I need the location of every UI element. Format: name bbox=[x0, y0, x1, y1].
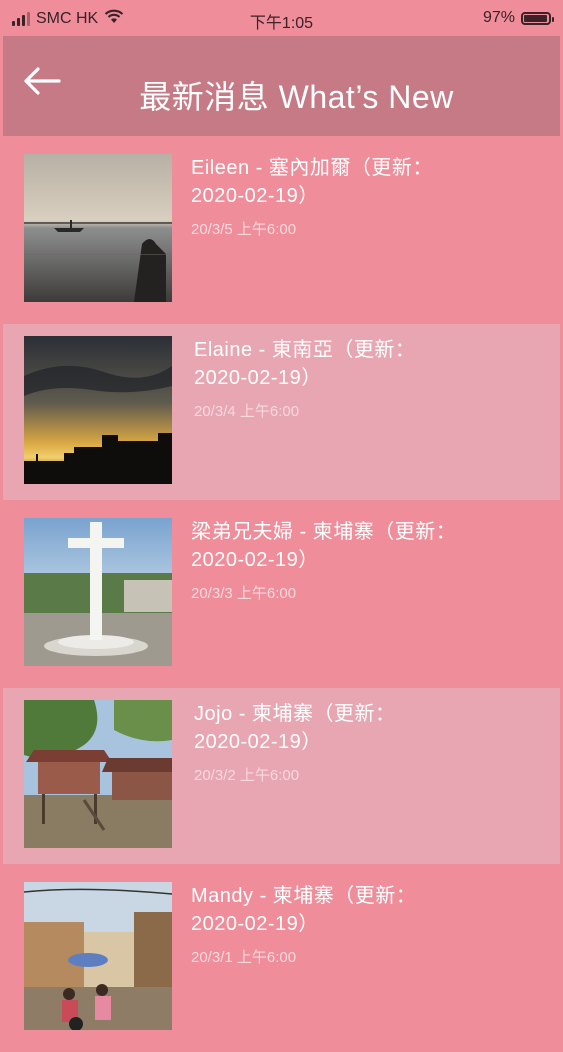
news-title-line: 梁弟兄夫婦 - 柬埔寨（更新： bbox=[191, 521, 457, 543]
news-thumbnail bbox=[24, 154, 172, 302]
news-title-line: Elaine - 東南亞（更新： bbox=[194, 339, 416, 361]
news-text: 梁弟兄夫婦 - 柬埔寨（更新： 2020-02-19） 20/3/3 上午6:0… bbox=[191, 518, 543, 603]
news-list: Eileen - 塞內加爾（更新： 2020-02-19） 20/3/5 上午6… bbox=[0, 142, 563, 1052]
sunset-sea-photo-icon bbox=[24, 154, 172, 302]
news-text: Jojo - 柬埔寨（更新： 2020-02-19） 20/3/2 上午6:00 bbox=[194, 700, 540, 785]
news-title-line: Eileen - 塞內加爾（更新： bbox=[191, 157, 433, 179]
street-market-photo-icon bbox=[24, 882, 172, 1030]
news-thumbnail bbox=[24, 882, 172, 1030]
status-bar: SMC HK 下午1:05 97% bbox=[0, 0, 563, 36]
news-title: Jojo - 柬埔寨（更新： 2020-02-19） bbox=[194, 700, 540, 756]
news-date: 20/3/3 上午6:00 bbox=[191, 585, 297, 602]
news-title: Mandy - 柬埔寨（更新： 2020-02-19） bbox=[191, 882, 543, 938]
news-item[interactable]: 梁弟兄夫婦 - 柬埔寨（更新： 2020-02-19） 20/3/3 上午6:0… bbox=[0, 506, 563, 682]
news-thumbnail bbox=[24, 336, 172, 484]
clock: 下午1:05 bbox=[249, 15, 314, 32]
news-item[interactable]: Eileen - 塞內加爾（更新： 2020-02-19） 20/3/5 上午6… bbox=[0, 142, 563, 318]
news-title-line: 2020-02-19） bbox=[194, 367, 322, 389]
news-thumbnail bbox=[24, 518, 172, 666]
news-item[interactable]: Mandy - 柬埔寨（更新： 2020-02-19） 20/3/1 上午6:0… bbox=[0, 870, 563, 1046]
news-text: Eileen - 塞內加爾（更新： 2020-02-19） 20/3/5 上午6… bbox=[191, 154, 543, 239]
news-text: Mandy - 柬埔寨（更新： 2020-02-19） 20/3/1 上午6:0… bbox=[191, 882, 543, 967]
news-title-line: 2020-02-19） bbox=[191, 185, 319, 207]
news-title: Elaine - 東南亞（更新： 2020-02-19） bbox=[194, 336, 540, 392]
news-title-line: 2020-02-19） bbox=[194, 731, 322, 753]
news-title: Eileen - 塞內加爾（更新： 2020-02-19） bbox=[191, 154, 543, 210]
news-item[interactable]: Jojo - 柬埔寨（更新： 2020-02-19） 20/3/2 上午6:00 bbox=[3, 688, 560, 864]
news-item[interactable]: Elaine - 東南亞（更新： 2020-02-19） 20/3/4 上午6:… bbox=[3, 324, 560, 500]
stilt-house-photo-icon bbox=[24, 700, 172, 848]
news-date: 20/3/1 上午6:00 bbox=[191, 949, 297, 966]
cross-monument-photo-icon bbox=[24, 518, 172, 666]
news-title-line: Jojo - 柬埔寨（更新： bbox=[194, 703, 396, 725]
news-title-line: 2020-02-19） bbox=[191, 913, 319, 935]
page-title: 最新消息 What’s New bbox=[139, 79, 454, 115]
nav-header: 最新消息 What’s New bbox=[3, 36, 560, 136]
news-date: 20/3/2 上午6:00 bbox=[194, 767, 300, 784]
news-thumbnail bbox=[24, 700, 172, 848]
news-date: 20/3/4 上午6:00 bbox=[194, 403, 300, 420]
status-right: 97% bbox=[482, 9, 554, 27]
battery-fill bbox=[524, 14, 548, 22]
battery-percent: 97% bbox=[482, 9, 515, 26]
battery-icon bbox=[521, 11, 554, 25]
news-text: Elaine - 東南亞（更新： 2020-02-19） 20/3/4 上午6:… bbox=[194, 336, 540, 421]
news-date: 20/3/5 上午6:00 bbox=[191, 221, 297, 238]
news-title-line: 2020-02-19） bbox=[191, 549, 319, 571]
news-title: 梁弟兄夫婦 - 柬埔寨（更新： 2020-02-19） bbox=[191, 518, 543, 574]
sunset-sky-photo-icon bbox=[24, 336, 172, 484]
news-title-line: Mandy - 柬埔寨（更新： bbox=[191, 885, 417, 907]
